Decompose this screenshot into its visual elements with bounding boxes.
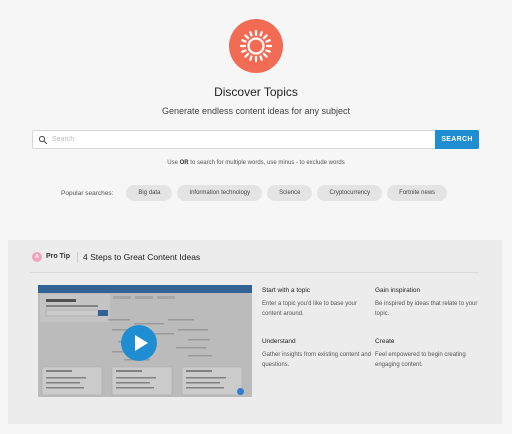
search-input[interactable] bbox=[52, 132, 432, 147]
pro-tip-label: Pro Tip bbox=[46, 253, 70, 260]
video-player[interactable] bbox=[38, 285, 252, 397]
hint-text-start: Use bbox=[167, 160, 180, 166]
popular-chip-big-data[interactable]: Big data bbox=[126, 185, 173, 201]
step-title: Create bbox=[375, 338, 395, 345]
step-title: Gain inspiration bbox=[375, 287, 421, 294]
popular-chip-science[interactable]: Science bbox=[267, 185, 313, 201]
divider bbox=[30, 272, 479, 273]
popular-searches-label: Popular searches: bbox=[61, 189, 114, 197]
play-icon bbox=[135, 335, 148, 351]
search-icon bbox=[38, 135, 48, 145]
step-text: Enter a topic you'd like to base your co… bbox=[262, 301, 357, 317]
logo bbox=[229, 19, 283, 73]
step-text: Gather insights from existing content an… bbox=[262, 352, 372, 368]
popular-chip-information-technology[interactable]: Information technology bbox=[177, 185, 263, 201]
step-text: Feel empowered to begin creating engagin… bbox=[375, 352, 466, 368]
search-bar: SEARCH bbox=[32, 130, 479, 149]
pro-tip-heading: 4 Steps to Great Content Ideas bbox=[83, 252, 201, 262]
step-gain-inspiration: Gain inspiration Be inspired by ideas th… bbox=[375, 287, 485, 319]
page-subtitle: Generate endless content ideas for any s… bbox=[161, 106, 351, 116]
step-create: Create Feel empowered to begin creating … bbox=[375, 338, 485, 370]
page-title: Discover Topics bbox=[214, 85, 298, 99]
step-understand: Understand Gather insights from existing… bbox=[262, 338, 372, 370]
hint-text-end: to search for multiple words, use minus … bbox=[188, 160, 345, 166]
popular-chip-fortnite-news[interactable]: Fortnite news bbox=[387, 185, 448, 201]
step-text: Be inspired by ideas that relate to your… bbox=[375, 301, 478, 317]
pro-tip-panel: A Pro Tip 4 Steps to Great Content Ideas bbox=[8, 240, 502, 424]
search-button[interactable]: SEARCH bbox=[435, 130, 479, 149]
pro-tip-badge-icon: A bbox=[32, 252, 42, 262]
search-hint: Use OR to search for multiple words, use… bbox=[0, 160, 512, 166]
step-title: Start with a topic bbox=[262, 287, 311, 294]
play-button[interactable] bbox=[121, 325, 157, 361]
chat-icon bbox=[237, 388, 244, 395]
step-start-with-topic: Start with a topic Enter a topic you'd l… bbox=[262, 287, 372, 319]
sun-icon bbox=[239, 29, 273, 63]
popular-chip-cryptocurrency[interactable]: Cryptocurrency bbox=[317, 185, 383, 201]
hint-or-keyword: OR bbox=[179, 160, 189, 166]
step-title: Understand bbox=[262, 338, 296, 345]
pro-tip-separator bbox=[77, 252, 78, 263]
popular-searches: Popular searches: Big data Information t… bbox=[61, 185, 448, 201]
